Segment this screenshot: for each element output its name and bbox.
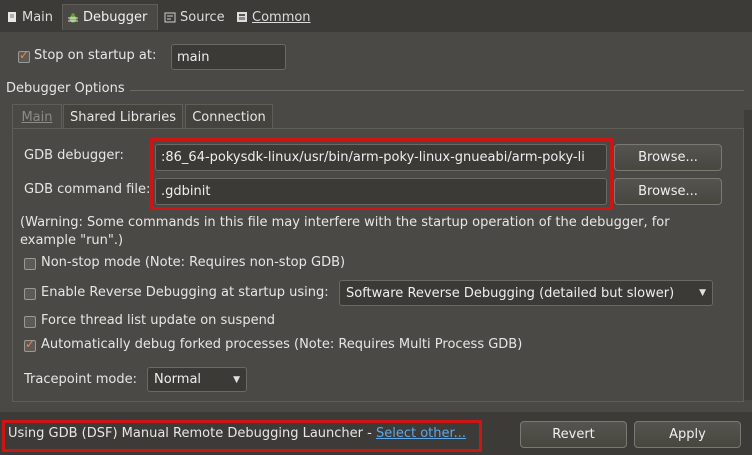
browse-gdb-command-file-button[interactable]: Browse... [614, 178, 722, 205]
bug-icon [67, 12, 79, 24]
warning-text-line2: example "run".) [20, 233, 124, 248]
reverse-debugging-label: Enable Reverse Debugging at startup usin… [41, 285, 329, 300]
tab-debugger[interactable]: Debugger [62, 4, 158, 30]
tab-main[interactable]: Main [2, 4, 60, 30]
page-icon [6, 11, 18, 23]
launch-config-tabs: Main Debugger Source Common [0, 0, 752, 33]
tab-common[interactable]: Common [232, 4, 318, 30]
debugger-options-title: Debugger Options [6, 81, 125, 96]
vertical-scrollbar[interactable] [744, 110, 752, 400]
non-stop-label: Non-stop mode (Note: Requires non-stop G… [41, 255, 346, 270]
reverse-debugging-checkbox[interactable] [24, 288, 36, 300]
auto-forked-checkbox[interactable] [24, 337, 36, 352]
tab-options-main[interactable]: Main [12, 104, 62, 129]
reverse-debugging-select[interactable]: Software Reverse Debugging (detailed but… [339, 280, 713, 306]
tracepoint-mode-value: Normal [154, 372, 202, 387]
apply-button[interactable]: Apply [634, 421, 741, 448]
tracepoint-mode-select[interactable]: Normal ▼ [147, 367, 247, 392]
auto-forked-label: Automatically debug forked processes (No… [41, 337, 523, 352]
force-thread-label: Force thread list update on suspend [41, 313, 276, 328]
gdb-debugger-input[interactable]: :86_64-pokysdk-linux/usr/bin/arm-poky-li… [155, 144, 607, 171]
reverse-debugging-select-value: Software Reverse Debugging (detailed but… [346, 285, 675, 301]
stop-on-startup-label: Stop on startup at: [34, 48, 157, 63]
warning-text-line1: (Warning: Some commands in this file may… [20, 215, 670, 230]
gdb-debugger-label: GDB debugger: [24, 148, 124, 163]
group-divider [130, 90, 744, 91]
tab-shared-libraries[interactable]: Shared Libraries [63, 104, 183, 129]
tab-source[interactable]: Source [160, 4, 230, 30]
source-icon [164, 11, 176, 23]
launcher-description: Using GDB (DSF) Manual Remote Debugging … [8, 426, 376, 441]
stop-on-startup-input[interactable]: main [171, 44, 286, 70]
chevron-down-icon: ▼ [699, 288, 706, 298]
tab-source-label: Source [180, 9, 225, 25]
chevron-down-icon: ▼ [233, 374, 240, 385]
gdb-command-file-label: GDB command file: [24, 182, 151, 197]
tracepoint-mode-label: Tracepoint mode: [24, 372, 138, 387]
tab-debugger-label: Debugger [83, 10, 148, 25]
tab-main-label: Main [22, 9, 54, 25]
non-stop-checkbox[interactable] [24, 258, 36, 270]
stop-on-startup-checkbox[interactable] [18, 48, 30, 63]
launcher-text: Using GDB (DSF) Manual Remote Debugging … [8, 426, 466, 441]
browse-gdb-debugger-button[interactable]: Browse... [614, 144, 722, 171]
revert-button[interactable]: Revert [520, 421, 627, 448]
tab-connection[interactable]: Connection [185, 104, 273, 129]
tab-common-label: Common [252, 9, 311, 25]
gdb-command-file-input[interactable]: .gdbinit [155, 178, 607, 205]
select-other-link[interactable]: Select other... [376, 426, 466, 441]
common-icon [236, 11, 248, 23]
force-thread-checkbox[interactable] [24, 316, 36, 328]
